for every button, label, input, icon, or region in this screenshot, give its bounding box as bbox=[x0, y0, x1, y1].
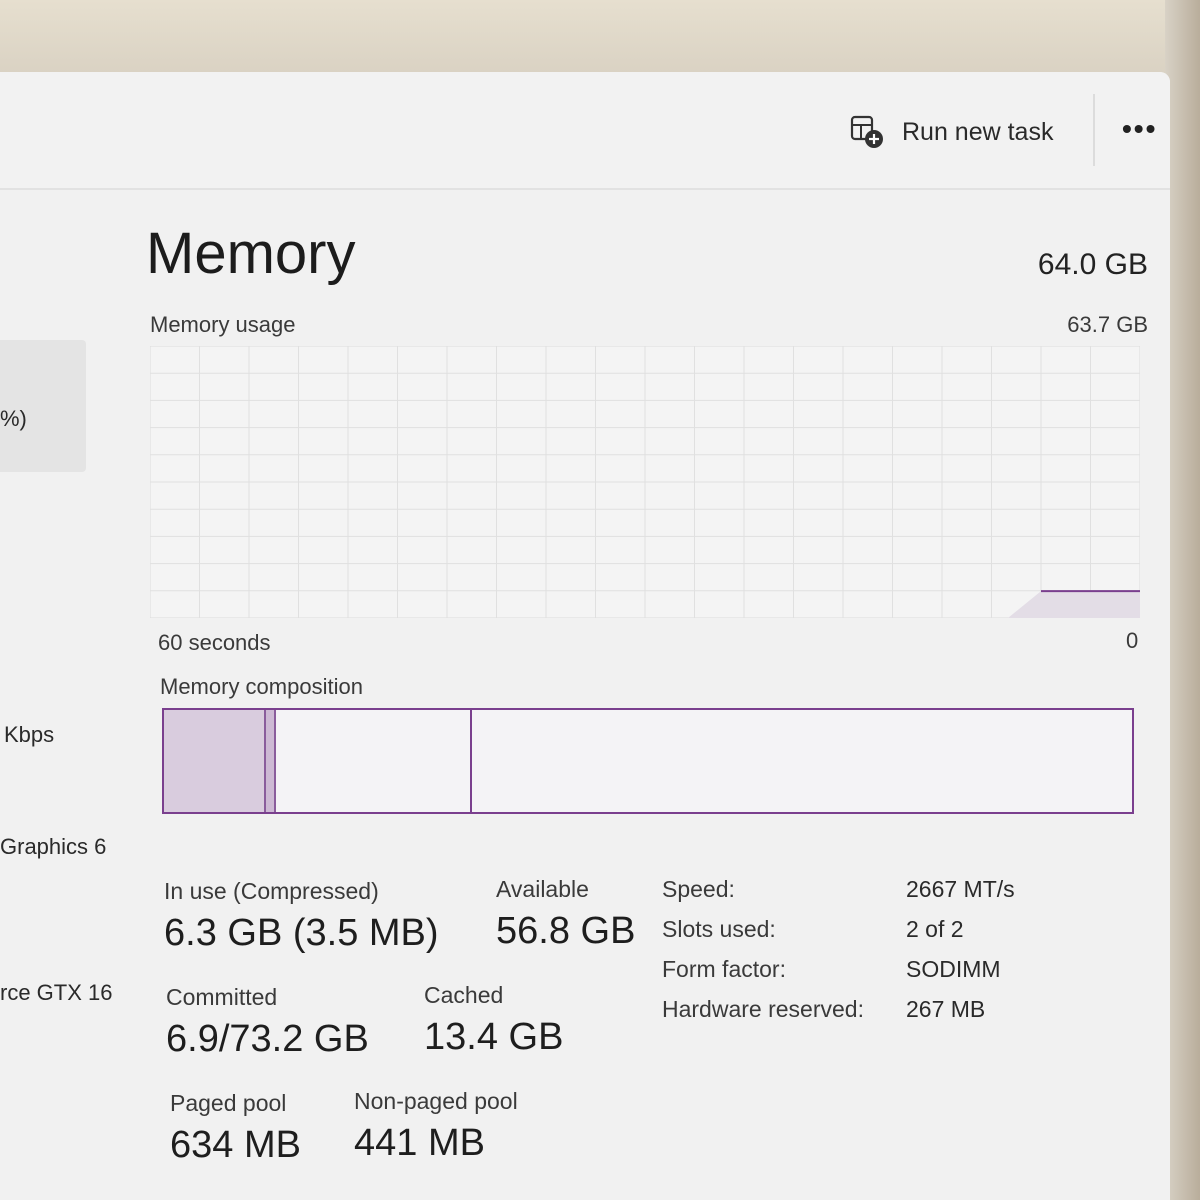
committed-value: 6.9/73.2 GB bbox=[166, 1018, 369, 1060]
paged-pool-value: 634 MB bbox=[170, 1124, 301, 1166]
sidebar-item-network[interactable]: Kbps bbox=[4, 722, 54, 748]
memory-usage-graph bbox=[150, 346, 1140, 618]
toolbar-divider bbox=[1093, 94, 1095, 166]
available-value: 56.8 GB bbox=[496, 910, 636, 952]
graph-time-right: 0 bbox=[1126, 628, 1139, 653]
task-manager-window: Run new task ••• %) Kbps Graphics 6 rce … bbox=[0, 72, 1170, 1200]
memory-usage-max: 63.7 GB bbox=[1067, 312, 1148, 337]
cached-label: Cached bbox=[424, 982, 504, 1008]
page-title: Memory bbox=[146, 221, 356, 286]
sidebar: %) Kbps Graphics 6 rce GTX 16 bbox=[0, 190, 112, 1200]
memory-usage-label: Memory usage bbox=[150, 312, 296, 337]
memory-total: 64.0 GB bbox=[1037, 248, 1148, 281]
committed-label: Committed bbox=[166, 984, 278, 1010]
slots-used-value: 2 of 2 bbox=[906, 916, 964, 942]
non-paged-pool-value: 441 MB bbox=[354, 1122, 485, 1164]
hardware-reserved-key: Hardware reserved: bbox=[662, 996, 864, 1022]
background-wall bbox=[0, 0, 1200, 80]
monitor-bezel bbox=[1165, 0, 1200, 1200]
hardware-reserved-value: 267 MB bbox=[906, 996, 986, 1022]
form-factor-value: SODIMM bbox=[906, 956, 1001, 982]
sidebar-item-gpu-1[interactable]: rce GTX 16 bbox=[0, 980, 112, 1006]
composition-modified bbox=[264, 710, 276, 812]
memory-composition-bar bbox=[162, 708, 1134, 814]
slots-used-key: Slots used: bbox=[662, 916, 776, 942]
available-label: Available bbox=[496, 876, 589, 902]
in-use-value: 6.3 GB (3.5 MB) bbox=[164, 912, 439, 954]
run-new-task-button[interactable]: Run new task bbox=[850, 112, 1053, 152]
speed-value: 2667 MT/s bbox=[906, 876, 1015, 902]
composition-in-use bbox=[164, 710, 264, 812]
sidebar-item-gpu-0[interactable]: Graphics 6 bbox=[0, 834, 106, 860]
non-paged-pool-label: Non-paged pool bbox=[354, 1088, 518, 1114]
run-new-task-label: Run new task bbox=[902, 117, 1054, 146]
in-use-label: In use (Compressed) bbox=[164, 878, 379, 904]
cached-value: 13.4 GB bbox=[424, 1016, 564, 1058]
toolbar: Run new task ••• bbox=[0, 72, 1170, 190]
memory-composition-label: Memory composition bbox=[160, 674, 363, 699]
run-task-icon bbox=[850, 115, 883, 148]
form-factor-key: Form factor: bbox=[662, 956, 786, 982]
sidebar-item-memory-selected[interactable]: %) bbox=[0, 340, 86, 472]
graph-time-left: 60 seconds bbox=[158, 630, 271, 655]
sidebar-item-label: %) bbox=[0, 406, 27, 431]
paged-pool-label: Paged pool bbox=[170, 1090, 287, 1116]
more-options-button[interactable]: ••• bbox=[1122, 112, 1166, 152]
composition-standby bbox=[276, 710, 472, 812]
speed-key: Speed: bbox=[662, 876, 735, 902]
